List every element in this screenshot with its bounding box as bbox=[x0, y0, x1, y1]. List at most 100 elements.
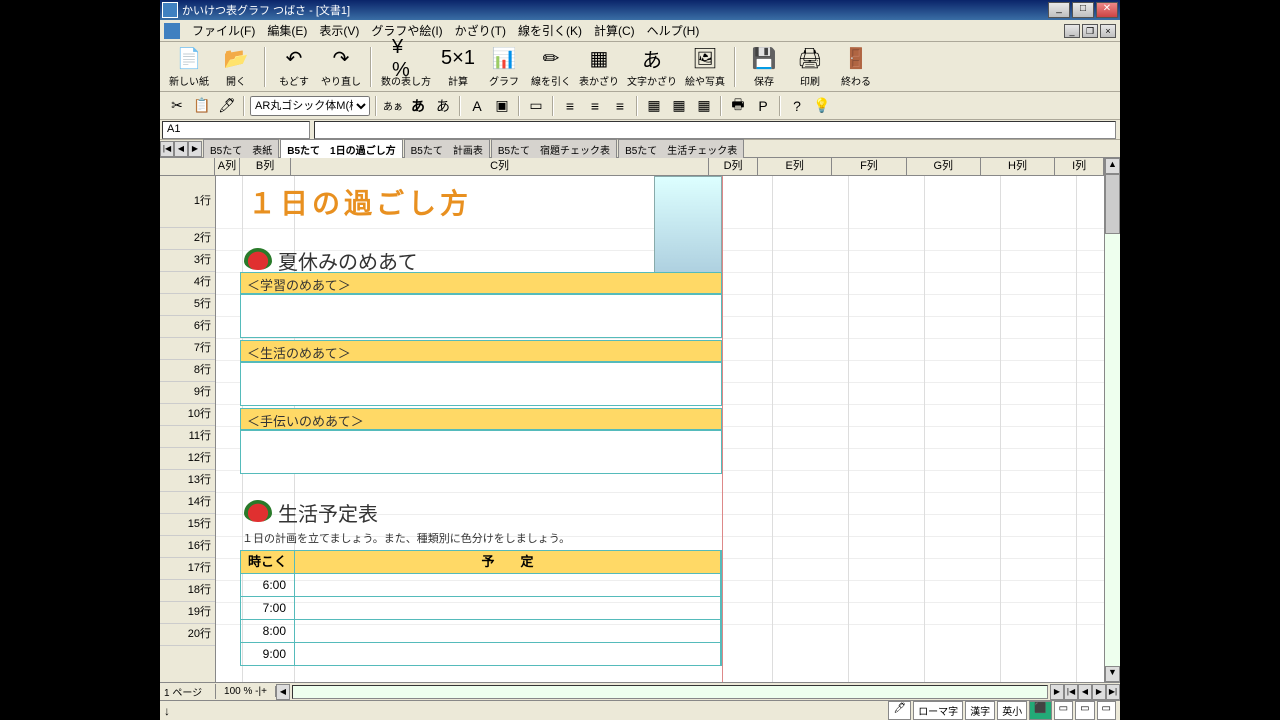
schedule-row[interactable]: 8:00 bbox=[241, 619, 721, 642]
font-small-a[interactable]: あぁ bbox=[382, 95, 404, 117]
nav-first[interactable]: |◀ bbox=[1064, 684, 1078, 700]
row-head-10行[interactable]: 10行 bbox=[160, 404, 215, 426]
tb-保存[interactable]: 💾保存 bbox=[742, 44, 786, 90]
tb-終わる[interactable]: 🚪終わる bbox=[834, 44, 878, 90]
row-head-19行[interactable]: 19行 bbox=[160, 602, 215, 624]
row-head-17行[interactable]: 17行 bbox=[160, 558, 215, 580]
hscroll-left[interactable]: ◀ bbox=[276, 684, 290, 700]
grid3-icon[interactable]: ▦ bbox=[693, 95, 715, 117]
menu-ヘルプ(H)[interactable]: ヘルプ(H) bbox=[641, 20, 706, 41]
row-head-15行[interactable]: 15行 bbox=[160, 514, 215, 536]
row-head-18行[interactable]: 18行 bbox=[160, 580, 215, 602]
tb-新しい紙[interactable]: 📄新しい紙 bbox=[166, 44, 212, 90]
font-big-a[interactable]: あ bbox=[407, 95, 429, 117]
sheet-tab-2[interactable]: B5たて 計画表 bbox=[404, 139, 490, 159]
font-select[interactable]: AR丸ゴシック体M(標 bbox=[250, 96, 370, 116]
help-icon[interactable]: ? bbox=[786, 95, 808, 117]
ime-chip-2[interactable]: ▭ bbox=[1054, 701, 1073, 720]
ime-mode-3[interactable]: 英小 bbox=[997, 701, 1027, 720]
tb-開く[interactable]: 📂開く bbox=[214, 44, 258, 90]
row-head-14行[interactable]: 14行 bbox=[160, 492, 215, 514]
tb-計算[interactable]: 5×1計算 bbox=[436, 44, 480, 90]
tb-印刷[interactable]: 🖨印刷 bbox=[788, 44, 832, 90]
cells-area[interactable]: １日の過ごし方 夏休みのめあて ＜学習のめあて＞ ＜生活のめあて＞ ＜手伝いのめ… bbox=[216, 176, 1104, 682]
minimize-button[interactable]: _ bbox=[1048, 2, 1070, 18]
row-head-9行[interactable]: 9行 bbox=[160, 382, 215, 404]
zoom-indicator[interactable]: 100 % -|+ bbox=[216, 686, 276, 697]
select-all-corner[interactable] bbox=[160, 158, 215, 175]
row-head-11行[interactable]: 11行 bbox=[160, 426, 215, 448]
copy-icon[interactable]: 📋 bbox=[191, 95, 213, 117]
col-head-A列[interactable]: A列 bbox=[215, 158, 240, 175]
col-head-D列[interactable]: D列 bbox=[709, 158, 758, 175]
row-head-2行[interactable]: 2行 bbox=[160, 228, 215, 250]
col-head-H列[interactable]: H列 bbox=[981, 158, 1055, 175]
ime-mode-1[interactable]: ローマ字 bbox=[913, 701, 963, 720]
fill-color-icon[interactable]: ▣ bbox=[491, 95, 513, 117]
close-button[interactable]: ✕ bbox=[1096, 2, 1118, 18]
menu-かざり(T)[interactable]: かざり(T) bbox=[449, 20, 512, 41]
mdi-restore[interactable]: ❐ bbox=[1082, 24, 1098, 38]
font-color-icon[interactable]: A bbox=[466, 95, 488, 117]
vertical-scrollbar[interactable]: ▲ ▼ bbox=[1104, 158, 1120, 682]
schedule-row[interactable]: 6:00 bbox=[241, 573, 721, 596]
col-head-G列[interactable]: G列 bbox=[907, 158, 981, 175]
col-head-F列[interactable]: F列 bbox=[832, 158, 906, 175]
tb-やり直し[interactable]: ↷やり直し bbox=[318, 44, 364, 90]
maximize-button[interactable]: □ bbox=[1072, 2, 1094, 18]
scroll-up-button[interactable]: ▲ bbox=[1105, 158, 1120, 174]
paste-icon[interactable]: 🖊 bbox=[216, 95, 238, 117]
tb-文字かざり[interactable]: あ文字かざり bbox=[624, 44, 680, 90]
col-head-C列[interactable]: C列 bbox=[291, 158, 709, 175]
menu-線を引く(K)[interactable]: 線を引く(K) bbox=[512, 20, 588, 41]
mdi-close[interactable]: × bbox=[1100, 24, 1116, 38]
bulb-icon[interactable]: 💡 bbox=[811, 95, 833, 117]
row-head-1行[interactable]: 1行 bbox=[160, 176, 215, 228]
grid2-icon[interactable]: ▦ bbox=[668, 95, 690, 117]
col-head-E列[interactable]: E列 bbox=[758, 158, 832, 175]
row-head-8行[interactable]: 8行 bbox=[160, 360, 215, 382]
tb-表かざり[interactable]: ▦表かざり bbox=[576, 44, 622, 90]
schedule-row[interactable]: 7:00 bbox=[241, 596, 721, 619]
sheet-tab-0[interactable]: B5たて 表紙 bbox=[203, 139, 279, 159]
col-head-I列[interactable]: I列 bbox=[1055, 158, 1104, 175]
cut-icon[interactable]: ✂ bbox=[166, 95, 188, 117]
row-head-16行[interactable]: 16行 bbox=[160, 536, 215, 558]
tb-グラフ[interactable]: 📊グラフ bbox=[482, 44, 526, 90]
tab-nav-first[interactable]: |◀ bbox=[160, 141, 174, 157]
life-goal-box[interactable] bbox=[240, 362, 722, 406]
tab-nav-next[interactable]: ▶ bbox=[188, 141, 202, 157]
preview-icon[interactable]: P bbox=[752, 95, 774, 117]
nav-next[interactable]: ▶ bbox=[1092, 684, 1106, 700]
merge-icon[interactable]: ▭ bbox=[525, 95, 547, 117]
align-right-icon[interactable]: ≡ bbox=[609, 95, 631, 117]
row-head-4行[interactable]: 4行 bbox=[160, 272, 215, 294]
mdi-minimize[interactable]: _ bbox=[1064, 24, 1080, 38]
align-left-icon[interactable]: ≡ bbox=[559, 95, 581, 117]
nav-prev[interactable]: ◀ bbox=[1078, 684, 1092, 700]
study-goal-box[interactable] bbox=[240, 294, 722, 338]
scroll-down-button[interactable]: ▼ bbox=[1105, 666, 1120, 682]
hscroll-right[interactable]: ▶ bbox=[1050, 684, 1064, 700]
ime-icon[interactable]: 🖊 bbox=[888, 701, 911, 720]
menu-計算(C)[interactable]: 計算(C) bbox=[588, 20, 641, 41]
row-head-12行[interactable]: 12行 bbox=[160, 448, 215, 470]
col-head-B列[interactable]: B列 bbox=[240, 158, 291, 175]
print-icon[interactable]: 🖶 bbox=[727, 95, 749, 117]
menu-表示(V)[interactable]: 表示(V) bbox=[313, 20, 365, 41]
scroll-thumb[interactable] bbox=[1105, 174, 1120, 234]
tb-線を引く[interactable]: ✏線を引く bbox=[528, 44, 574, 90]
sheet-tab-1[interactable]: B5たて 1日の過ごし方 bbox=[280, 139, 402, 159]
cell-ref-box[interactable]: A1 bbox=[162, 121, 310, 139]
row-head-13行[interactable]: 13行 bbox=[160, 470, 215, 492]
ime-chip-3[interactable]: ▭ bbox=[1075, 701, 1094, 720]
schedule-row[interactable]: 9:00 bbox=[241, 642, 721, 665]
sheet-tab-4[interactable]: B5たて 生活チェック表 bbox=[618, 139, 744, 159]
ime-chip-4[interactable]: ▭ bbox=[1097, 701, 1116, 720]
grid1-icon[interactable]: ▦ bbox=[643, 95, 665, 117]
sheet-tab-3[interactable]: B5たて 宿題チェック表 bbox=[491, 139, 617, 159]
tb-もどす[interactable]: ↶もどす bbox=[272, 44, 316, 90]
help-goal-box[interactable] bbox=[240, 430, 722, 474]
menu-編集(E)[interactable]: 編集(E) bbox=[261, 20, 313, 41]
row-head-7行[interactable]: 7行 bbox=[160, 338, 215, 360]
